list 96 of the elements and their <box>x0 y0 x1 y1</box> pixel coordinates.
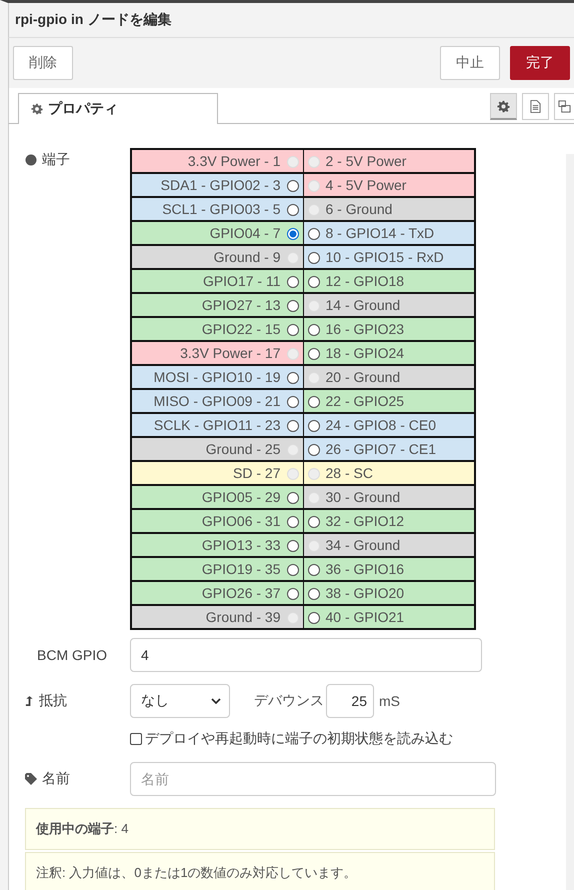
pin-label: 28 - SC <box>326 465 373 481</box>
radio-button[interactable] <box>308 612 320 624</box>
pin-label: GPIO27 - 13 <box>202 297 280 313</box>
properties-tab[interactable]: プロパティ <box>18 93 218 124</box>
pin-label: 6 - Ground <box>326 201 392 217</box>
radio-button[interactable] <box>308 228 320 240</box>
info-note: 使用中の端子: 4 <box>25 808 495 850</box>
cancel-button[interactable]: 中止 <box>440 46 500 80</box>
pin-label: 12 - GPIO18 <box>326 273 404 289</box>
radio-button[interactable] <box>308 348 320 360</box>
bcm-gpio-field[interactable]: 4 <box>130 638 482 672</box>
pin-label: Ground - 25 <box>206 441 280 457</box>
radio-button[interactable] <box>286 588 298 600</box>
radio-button[interactable] <box>308 564 320 576</box>
pin-label: 8 - GPIO14 - TxD <box>326 225 434 241</box>
pin-label: 3.3V Power - 1 <box>188 153 280 169</box>
radio-button[interactable] <box>286 564 298 576</box>
pin-label: SCL1 - GPIO03 - 5 <box>162 201 280 217</box>
pin-label: 16 - GPIO23 <box>326 321 404 337</box>
pin-label: 34 - Ground <box>326 537 400 553</box>
resistor-label: 抵抗 <box>39 692 67 710</box>
pin-label: 4 - 5V Power <box>326 177 406 193</box>
tag-icon <box>25 773 37 785</box>
caret-icon <box>211 698 221 704</box>
pin-label: 24 - GPIO8 - CE0 <box>326 417 436 433</box>
radio-button[interactable] <box>286 516 298 528</box>
pin-label: 32 - GPIO12 <box>326 513 404 529</box>
pin-label: 26 - GPIO7 - CE1 <box>326 441 436 457</box>
pin-label: 22 - GPIO25 <box>326 393 404 409</box>
radio-button[interactable] <box>308 516 320 528</box>
windows-icon <box>558 100 571 113</box>
radio-button[interactable] <box>286 228 298 240</box>
circle-icon <box>25 154 37 166</box>
debounce-label: デバウンス <box>254 692 324 710</box>
pin-label: GPIO06 - 31 <box>202 513 280 529</box>
read-initial-label: デプロイや再起動時に端子の初期状態を読み込む <box>145 730 453 748</box>
radio-button[interactable] <box>286 396 298 408</box>
radio-button[interactable] <box>308 420 320 432</box>
layout-button[interactable] <box>554 93 574 120</box>
document-icon <box>530 100 541 113</box>
pin-label: Ground - 9 <box>214 249 280 265</box>
radio-button[interactable] <box>308 276 320 288</box>
pin-label: 18 - GPIO24 <box>326 345 404 361</box>
info-note: 注釈: 入力値は、0または1の数値のみ対応しています。 <box>25 852 495 890</box>
radio-button[interactable] <box>308 252 320 264</box>
pin-label: 20 - Ground <box>326 369 400 385</box>
pin-label: MISO - GPIO09 - 21 <box>154 393 280 409</box>
radio-button[interactable] <box>308 396 320 408</box>
radio-button[interactable] <box>308 588 320 600</box>
pin-label: 3.3V Power - 17 <box>180 345 280 361</box>
pin-label: 30 - Ground <box>326 489 400 505</box>
bcm-gpio-label: BCM GPIO <box>37 647 108 663</box>
settings-button[interactable] <box>490 93 517 120</box>
pin-label: MOSI - GPIO10 - 19 <box>154 369 280 385</box>
name-field[interactable]: 名前 <box>130 762 496 796</box>
unit-label: mS <box>379 693 400 709</box>
radio-button[interactable] <box>286 540 298 552</box>
done-button[interactable]: 完了 <box>510 46 570 80</box>
pin-label: 10 - GPIO15 - RxD <box>326 249 444 265</box>
radio-button[interactable] <box>308 444 320 456</box>
pin-label: GPIO13 - 33 <box>202 537 280 553</box>
pin-label: 36 - GPIO16 <box>326 561 404 577</box>
pin-label: GPIO22 - 15 <box>202 321 280 337</box>
pin-label: Ground - 39 <box>206 609 280 625</box>
radio-button[interactable] <box>286 300 298 312</box>
checkbox[interactable] <box>130 733 142 745</box>
pin-label: GPIO05 - 29 <box>202 489 280 505</box>
pin-label: 38 - GPIO20 <box>326 585 404 601</box>
pin-label: 2 - 5V Power <box>326 153 406 169</box>
radio-button[interactable] <box>286 276 298 288</box>
radio-button[interactable] <box>286 372 298 384</box>
pin-label: GPIO19 - 35 <box>202 561 280 577</box>
radio-button[interactable] <box>286 204 298 216</box>
name-label: 名前 <box>42 770 70 788</box>
gear-icon <box>497 100 510 112</box>
pin-label: GPIO26 - 37 <box>202 585 280 601</box>
radio-button[interactable] <box>308 324 320 336</box>
pin-label: SDA1 - GPIO02 - 3 <box>160 177 280 193</box>
radio-button[interactable] <box>286 492 298 504</box>
pin-label: SD - 27 <box>233 465 280 481</box>
document-button[interactable] <box>522 93 549 120</box>
pin-label: 14 - Ground <box>326 297 400 313</box>
debounce-field[interactable]: 25 <box>326 684 374 718</box>
pin-label: SCLK - GPIO11 - 23 <box>154 417 280 433</box>
window-title: rpi-gpio in ノードを編集 <box>15 11 172 29</box>
radio-button[interactable] <box>286 180 298 192</box>
pins-label: 端子 <box>42 151 70 169</box>
pin-label: GPIO17 - 11 <box>202 273 280 289</box>
arrow-up-icon <box>25 696 34 706</box>
pin-label: 40 - GPIO21 <box>326 609 404 625</box>
resistor-select[interactable]: なし <box>130 684 230 718</box>
gear-icon <box>31 103 43 115</box>
delete-button[interactable]: 削除 <box>13 46 73 80</box>
radio-button[interactable] <box>286 420 298 432</box>
pin-label: GPIO04 - 7 <box>210 225 280 241</box>
radio-button[interactable] <box>286 324 298 336</box>
